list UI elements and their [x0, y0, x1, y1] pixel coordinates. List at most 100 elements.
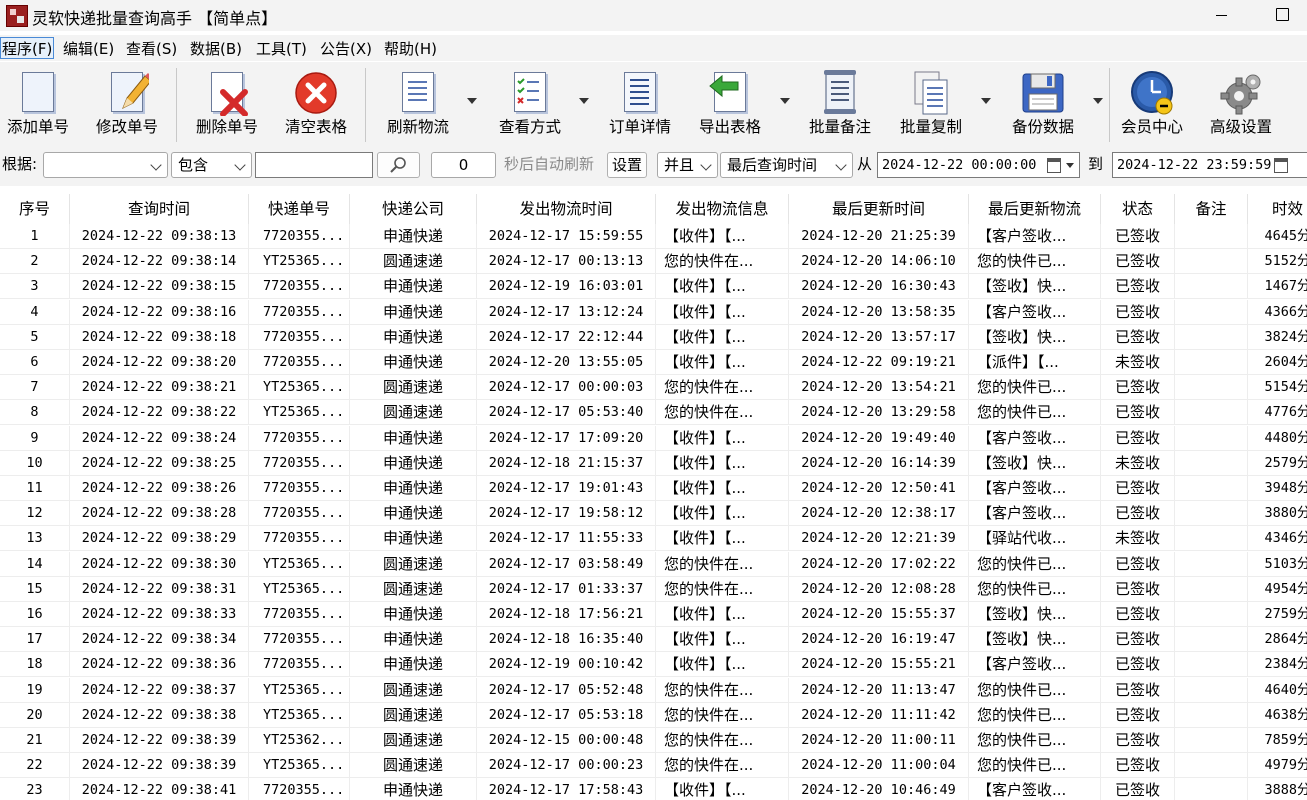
- table-row[interactable]: 12 2024-12-22 09:38:28 7720355... 申通快递 2024-…: [0, 501, 1307, 527]
- table-row[interactable]: 5 2024-12-22 09:38:18 7720355... 申通快递 2024-1…: [0, 324, 1307, 350]
- column-header[interactable]: 查询时间: [70, 194, 249, 224]
- column-header[interactable]: 快递公司: [350, 194, 477, 224]
- table-cell: 【派件】【...: [969, 350, 1101, 375]
- time-field-select[interactable]: 最后查询时间: [720, 152, 853, 178]
- column-header[interactable]: 发出物流时间: [477, 194, 656, 224]
- table-cell: 7720355...: [249, 778, 350, 800]
- table-cell: 已签收: [1101, 324, 1175, 350]
- basis-select[interactable]: [43, 152, 168, 178]
- refresh-logistics-label: 刷新物流: [386, 118, 449, 136]
- table-row[interactable]: 17 2024-12-22 09:38:34 7720355... 申通快递 2024-…: [0, 627, 1307, 653]
- copy-documents-icon: [909, 70, 953, 116]
- search-button[interactable]: [377, 152, 420, 178]
- keyword-input[interactable]: [255, 152, 373, 178]
- table-row[interactable]: 21 2024-12-22 09:38:39 YT25362... 圆通速递 2024-…: [0, 728, 1307, 753]
- table-row[interactable]: 22 2024-12-22 09:38:39 YT25365... 圆通速递 2024-…: [0, 753, 1307, 779]
- refresh-interval-input[interactable]: 0: [431, 152, 496, 178]
- column-header[interactable]: 时效: [1248, 194, 1307, 224]
- set-button[interactable]: 设置: [607, 152, 647, 178]
- minimize-button[interactable]: [1198, 0, 1244, 31]
- batch-remark-button[interactable]: 批量备注: [803, 62, 877, 146]
- table-cell: 申通快递: [350, 602, 477, 627]
- table-cell: 已签收: [1101, 702, 1175, 728]
- table-cell: 申通快递: [350, 476, 477, 501]
- table-cell: 2024-12-22 09:38:25: [70, 450, 249, 476]
- match-mode-select[interactable]: 包含: [171, 152, 252, 178]
- table-row[interactable]: 1 2024-12-22 09:38:13 7720355... 申通快递 2024-1…: [0, 224, 1307, 249]
- table-row[interactable]: 4 2024-12-22 09:38:16 7720355... 申通快递 2024-1…: [0, 299, 1307, 325]
- column-header[interactable]: 状态: [1101, 194, 1175, 224]
- table-cell: 您的快件已...: [969, 375, 1101, 401]
- to-datetime-value: 2024-12-22 23:59:59: [1117, 157, 1272, 173]
- table-cell: 【客户签收...: [969, 476, 1101, 501]
- refresh-logistics-button[interactable]: 刷新物流: [380, 62, 456, 146]
- table-row[interactable]: 3 2024-12-22 09:38:15 7720355... 申通快递 2024-1…: [0, 274, 1307, 300]
- column-header[interactable]: 快递单号: [249, 194, 350, 224]
- to-datetime-picker[interactable]: 2024-12-22 23:59:59: [1112, 152, 1307, 178]
- table-cell: 已签收: [1101, 400, 1175, 426]
- backup-data-button[interactable]: 备份数据: [1005, 62, 1081, 146]
- menu-help[interactable]: 帮助(H): [383, 38, 438, 58]
- copy-dropdown-arrow-icon[interactable]: [981, 98, 991, 104]
- add-number-button[interactable]: 添加单号: [0, 62, 76, 146]
- clear-table-button[interactable]: 清空表格: [280, 62, 352, 146]
- view-dropdown-arrow-icon[interactable]: [579, 98, 589, 104]
- table-cell: 4979分: [1248, 753, 1307, 779]
- table-cell: 19: [0, 677, 70, 703]
- view-mode-button[interactable]: 查看方式: [492, 62, 568, 146]
- column-header[interactable]: 最后更新物流: [969, 194, 1101, 224]
- table-cell: 7720355...: [249, 476, 350, 501]
- table-row[interactable]: 8 2024-12-22 09:38:22 YT25365... 圆通速递 2024-1…: [0, 400, 1307, 426]
- table-row[interactable]: 11 2024-12-22 09:38:26 7720355... 申通快递 2024-…: [0, 476, 1307, 501]
- batch-copy-button[interactable]: 批量复制: [893, 62, 969, 146]
- from-datetime-picker[interactable]: 2024-12-22 00:00:00: [877, 152, 1080, 178]
- table-row[interactable]: 7 2024-12-22 09:38:21 YT25365... 圆通速递 2024-1…: [0, 375, 1307, 401]
- table-row[interactable]: 23 2024-12-22 09:38:41 7720355... 申通快递 2024-…: [0, 778, 1307, 800]
- table-cell: 5152分: [1248, 249, 1307, 275]
- menu-notice[interactable]: 公告(X): [319, 38, 373, 58]
- refresh-document-icon: [396, 70, 440, 116]
- table-row[interactable]: 20 2024-12-22 09:38:38 YT25365... 圆通速递 2024-…: [0, 702, 1307, 728]
- table-row[interactable]: 6 2024-12-22 09:38:20 7720355... 申通快递 2024-1…: [0, 350, 1307, 375]
- export-dropdown-arrow-icon[interactable]: [780, 98, 790, 104]
- menu-tools[interactable]: 工具(T): [255, 38, 308, 58]
- refresh-dropdown-arrow-icon[interactable]: [467, 98, 477, 104]
- menu-edit[interactable]: 编辑(E): [62, 38, 115, 58]
- backup-data-label: 备份数据: [1011, 118, 1074, 136]
- menu-view[interactable]: 查看(S): [125, 38, 178, 58]
- table-cell: 2024-12-20 13:58:35: [789, 299, 969, 325]
- table-cell: 已签收: [1101, 728, 1175, 753]
- table-row[interactable]: 15 2024-12-22 09:38:31 YT25365... 圆通速递 2024-…: [0, 576, 1307, 602]
- table-row[interactable]: 13 2024-12-22 09:38:29 7720355... 申通快递 2024-…: [0, 526, 1307, 552]
- table-row[interactable]: 10 2024-12-22 09:38:25 7720355... 申通快递 2024-…: [0, 450, 1307, 476]
- edit-number-label: 修改单号: [95, 118, 158, 136]
- table-cell: 11: [0, 476, 70, 501]
- member-center-button[interactable]: 会员中心: [1115, 62, 1189, 146]
- table-cell: 您的快件已...: [969, 677, 1101, 703]
- advanced-settings-button[interactable]: 高级设置: [1204, 62, 1278, 146]
- table-row[interactable]: 16 2024-12-22 09:38:33 7720355... 申通快递 2024-…: [0, 602, 1307, 627]
- table-row[interactable]: 2 2024-12-22 09:38:14 YT25365... 圆通速递 2024-1…: [0, 249, 1307, 275]
- order-detail-button[interactable]: 订单详情: [603, 62, 677, 146]
- column-header[interactable]: 发出物流信息: [656, 194, 789, 224]
- results-table[interactable]: 序号 查询时间 快递单号 快递公司 发出物流时间 发出物流信息 最后更新时间 最后更新物流 状态…: [0, 194, 1307, 800]
- table-cell: 3824分: [1248, 325, 1307, 350]
- column-header[interactable]: 序号: [0, 194, 70, 224]
- logic-select[interactable]: 并且: [657, 152, 718, 178]
- edit-number-button[interactable]: 修改单号: [88, 62, 166, 146]
- column-header[interactable]: 备注: [1175, 194, 1248, 224]
- menu-data[interactable]: 数据(B): [189, 38, 243, 58]
- table-row[interactable]: 19 2024-12-22 09:38:37 YT25365... 圆通速递 2024-…: [0, 677, 1307, 703]
- backup-dropdown-arrow-icon[interactable]: [1093, 98, 1103, 104]
- table-row[interactable]: 14 2024-12-22 09:38:30 YT25365... 圆通速递 2024-…: [0, 551, 1307, 577]
- table-cell: 12: [0, 501, 70, 527]
- column-header[interactable]: 最后更新时间: [789, 194, 969, 224]
- table-row[interactable]: 18 2024-12-22 09:38:36 7720355... 申通快递 2024-…: [0, 652, 1307, 678]
- export-table-button[interactable]: 导出表格: [692, 62, 768, 146]
- delete-number-button[interactable]: 删除单号: [190, 62, 264, 146]
- table-cell: [1175, 778, 1248, 800]
- calendar-icon: [1274, 158, 1288, 173]
- menu-program[interactable]: 程序(F): [0, 37, 55, 59]
- table-row[interactable]: 9 2024-12-22 09:38:24 7720355... 申通快递 2024-1…: [0, 425, 1307, 451]
- maximize-button[interactable]: [1258, 0, 1304, 31]
